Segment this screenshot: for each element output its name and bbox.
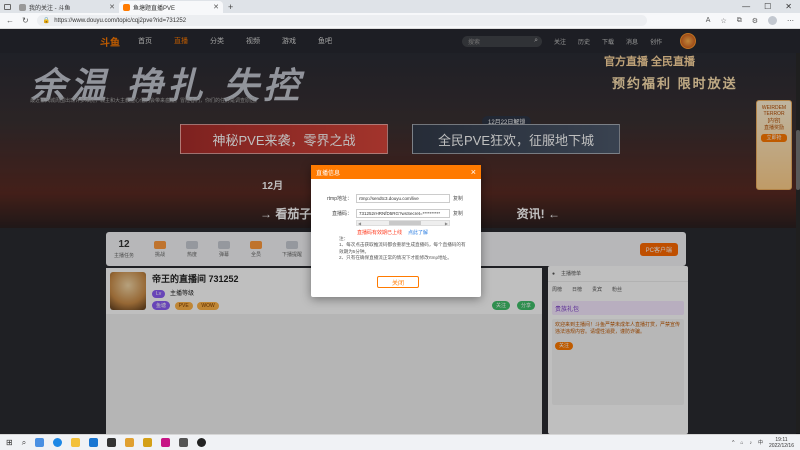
tab-close-icon[interactable]: ✕ <box>109 3 115 11</box>
browser-tools: A ☆ ⧉ ⚙ ⋯ <box>706 16 794 25</box>
key-row: 直播码： 731252rHRNfD5RG?wsSecret=**********… <box>316 209 463 218</box>
tab-title: 我的关注 - 斗鱼 <box>29 5 71 12</box>
app-icon[interactable] <box>197 438 207 447</box>
key-field[interactable]: 731252rHRNfD5RG?wsSecret=********** <box>356 209 450 218</box>
app-icon[interactable] <box>161 438 171 447</box>
favorite-icon[interactable]: ☆ <box>720 17 726 25</box>
copy-rtmp-button[interactable]: 复制 <box>450 195 463 202</box>
note-item: 2、只有在确保直播流正常的情况下才能修改rtmp地址。 <box>339 255 452 261</box>
extensions-icon[interactable]: ⚙ <box>752 17 758 25</box>
new-tab-button[interactable]: + <box>223 1 238 13</box>
lock-icon: 🔒 <box>42 18 51 24</box>
learn-more-link[interactable]: 点此了解 <box>408 229 428 236</box>
key-label: 直播码： <box>331 211 352 217</box>
modal-close-button[interactable]: 关闭 <box>377 276 419 288</box>
window-controls: — ☐ ✕ <box>742 1 800 13</box>
profile-icon[interactable] <box>768 16 777 25</box>
rtmp-label: rtmp地址： <box>326 196 352 202</box>
refresh-icon[interactable]: ↻ <box>22 16 29 25</box>
copy-key-button[interactable]: 复制 <box>450 210 463 217</box>
explorer-icon[interactable] <box>71 438 81 447</box>
ime-indicator[interactable]: 中 <box>758 439 763 446</box>
app-icon[interactable] <box>107 438 117 447</box>
address-bar: ← ↻ 🔒 https://www.douyu.com/topic/cqj2pv… <box>0 13 800 29</box>
back-icon[interactable]: ← <box>6 16 14 25</box>
tab-close-icon[interactable]: ✕ <box>213 3 219 11</box>
tray-arrow-icon[interactable]: ^ <box>732 440 734 446</box>
minimize-button[interactable]: — <box>742 1 750 13</box>
favicon-icon <box>123 3 130 11</box>
key-scroll-thumb[interactable] <box>389 221 421 225</box>
more-icon[interactable]: ⋯ <box>787 17 794 25</box>
volume-icon[interactable]: ♪ <box>749 440 752 446</box>
scroll-right-icon[interactable]: ▶ <box>445 221 448 226</box>
app-icon[interactable] <box>125 438 135 447</box>
note-item: 1、每次点击获取推流码都会重新生成直播码，每个直播码的有效期为5分钟。 <box>339 242 466 254</box>
app-icon[interactable] <box>143 438 153 447</box>
taskview-icon[interactable] <box>35 438 45 447</box>
search-icon[interactable]: ⌕ <box>22 438 26 448</box>
tab-live[interactable]: 鱼塘题直播PVE ✕ <box>119 1 223 13</box>
taskbar: ⊞ ⌕ ^ ⌂ ♪ 中 19:11 2022/12/16 <box>0 434 800 450</box>
close-window-button[interactable]: ✕ <box>785 1 792 13</box>
app-icon[interactable] <box>89 438 99 447</box>
edge-icon[interactable] <box>53 438 63 447</box>
key-scrollbar[interactable]: ◀ ▶ <box>356 220 450 226</box>
favicon-icon <box>19 3 26 11</box>
close-icon[interactable]: × <box>471 167 476 177</box>
system-tray: ^ ⌂ ♪ 中 19:11 2022/12/16 <box>732 437 794 449</box>
maximize-button[interactable]: ☐ <box>764 1 771 13</box>
window-menu-icon[interactable] <box>4 4 11 10</box>
browser-tabbar: 我的关注 - 斗鱼 ✕ 鱼塘题直播PVE ✕ + — ☐ ✕ <box>0 0 800 13</box>
url-field[interactable]: 🔒 https://www.douyu.com/topic/cqj2pve?ri… <box>36 15 647 26</box>
validity-text: 直播码有效期已上线 <box>357 230 403 236</box>
scroll-left-icon[interactable]: ◀ <box>358 221 361 226</box>
clock[interactable]: 19:11 2022/12/16 <box>769 437 794 449</box>
key-validity: 直播码有效期已上线 点此了解 <box>357 229 428 236</box>
modal-title: 直播信息 <box>316 170 341 177</box>
tab-following[interactable]: 我的关注 - 斗鱼 ✕ <box>15 1 119 13</box>
network-icon[interactable]: ⌂ <box>740 440 743 446</box>
rtmp-field[interactable]: rtmp://sendtc3.douyu.com/live <box>356 194 450 203</box>
rtmp-row: rtmp地址： rtmp://sendtc3.douyu.com/live 复制 <box>316 194 463 203</box>
url-text: https://www.douyu.com/topic/cqj2pve?rid=… <box>54 17 187 24</box>
modal-header: 直播信息 × <box>311 165 481 179</box>
tab-title: 鱼塘题直播PVE <box>133 5 176 12</box>
modal-notes: 注： 1、每次点击获取推流码都会重新生成直播码，每个直播码的有效期为5分钟。 2… <box>339 236 467 262</box>
read-aloud-icon[interactable]: A <box>706 17 711 24</box>
app-icon[interactable] <box>179 438 189 447</box>
start-icon[interactable]: ⊞ <box>6 438 13 447</box>
collections-icon[interactable]: ⧉ <box>737 17 742 25</box>
clock-date: 2022/12/16 <box>768 442 794 449</box>
